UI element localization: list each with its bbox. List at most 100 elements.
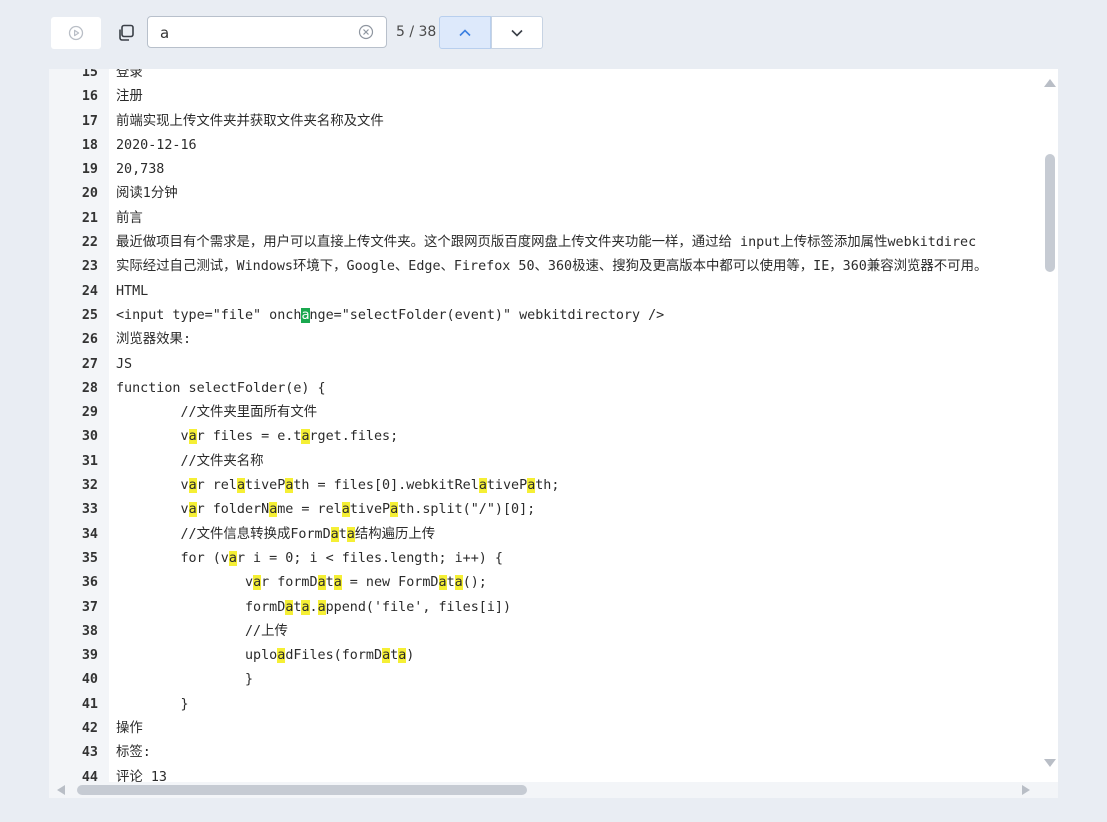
scroll-up-arrow-icon[interactable] — [1044, 79, 1056, 87]
code-text: th.split("/")[0]; — [398, 502, 536, 518]
line-number: 26 — [81, 332, 98, 348]
code-text: 前言 — [116, 210, 143, 226]
line-text: //上传 — [116, 620, 288, 644]
line-text: //文件夹里面所有文件 — [116, 401, 317, 425]
search-input[interactable] — [158, 21, 352, 45]
code-text: 标签: — [116, 745, 151, 761]
horizontal-scrollbar[interactable] — [49, 782, 1058, 798]
search-match: a — [253, 575, 262, 591]
line-number: 17 — [81, 113, 98, 129]
vertical-scrollbar[interactable] — [1040, 69, 1058, 782]
line-text: //文件夹名称 — [116, 450, 264, 474]
code-text: tiveP — [349, 502, 391, 518]
line-text: <input type="file" onchange="selectFolde… — [116, 304, 664, 328]
line-text: uploadFiles(formData) — [116, 644, 414, 668]
previous-match-button[interactable] — [439, 16, 491, 49]
next-match-button[interactable] — [491, 16, 543, 49]
scroll-right-arrow-icon[interactable] — [1022, 785, 1030, 795]
line-text: 前言 — [116, 207, 143, 231]
vertical-scroll-thumb[interactable] — [1045, 154, 1055, 272]
code-text: 阅读1分钟 — [116, 186, 178, 202]
line-number: 39 — [81, 648, 98, 664]
line-text: } — [116, 668, 253, 692]
code-lines: 15 登录 16 注册 17 前端实现上传文件夹并获取文件夹名称及文件 18 2020-12-… — [49, 69, 1039, 790]
line-number: 32 — [81, 478, 98, 494]
horizontal-scroll-thumb[interactable] — [77, 785, 527, 795]
code-text: for (v — [116, 550, 229, 566]
line-number: 25 — [81, 307, 98, 323]
line-text: var formData = new FormData(); — [116, 571, 487, 595]
code-text: ppend('file', files[i]) — [325, 599, 512, 615]
code-text: //文件夹里面所有文件 — [116, 405, 318, 421]
code-line: 18 2020-12-16 — [49, 134, 1039, 158]
scroll-down-arrow-icon[interactable] — [1044, 759, 1056, 767]
line-number: 20 — [81, 186, 98, 202]
code-line: 17 前端实现上传文件夹并获取文件夹名称及文件 — [49, 110, 1039, 134]
code-text: tiveP — [486, 478, 528, 494]
code-editor[interactable]: 15 登录 16 注册 17 前端实现上传文件夹并获取文件夹名称及文件 18 2020-12-… — [49, 69, 1058, 798]
code-line: 27 JS — [49, 353, 1039, 377]
code-text: //文件夹名称 — [116, 453, 264, 469]
code-line: 28 function selectFolder(e) { — [49, 377, 1039, 401]
code-text: (); — [462, 575, 487, 591]
code-text: 20,738 — [116, 162, 165, 178]
code-line: 21 前言 — [49, 207, 1039, 231]
line-text: 浏览器效果: — [116, 328, 191, 352]
search-match: a — [301, 599, 310, 615]
code-text: r i = 0; i < files.length; i++) { — [236, 550, 503, 566]
code-text: . — [309, 599, 318, 615]
search-match: a — [346, 526, 355, 542]
code-text: = new FormD — [341, 575, 439, 591]
code-text: } — [116, 672, 254, 688]
line-number: 36 — [81, 575, 98, 591]
line-text: function selectFolder(e) { — [116, 377, 326, 401]
search-match: a — [188, 429, 197, 445]
search-match: a — [341, 502, 350, 518]
line-text: 登录 — [116, 69, 143, 85]
code-text: 登录 — [116, 69, 143, 80]
line-number: 30 — [81, 429, 98, 445]
code-text: nge="selectFolder(event)" webkitdirector… — [309, 307, 665, 323]
code-line: 22 最近做项目有个需求是，用户可以直接上传文件夹。这个跟网页版百度网盘上传文件夹… — [49, 231, 1039, 255]
search-match: a — [317, 599, 326, 615]
line-number: 34 — [81, 526, 98, 542]
code-text: r folderN — [196, 502, 270, 518]
search-match: a — [236, 478, 245, 494]
line-number: 27 — [81, 356, 98, 372]
search-match: a — [228, 550, 237, 566]
line-text: JS — [116, 353, 132, 377]
chevron-down-icon — [511, 29, 523, 37]
code-line: 39 uploadFiles(formData) — [49, 644, 1039, 668]
code-line: 34 //文件信息转换成FormData结构遍历上传 — [49, 523, 1039, 547]
code-line: 20 阅读1分钟 — [49, 182, 1039, 206]
line-text: 2020-12-16 — [116, 134, 197, 158]
code-text: 操作 — [116, 721, 143, 737]
code-text: HTML — [116, 283, 149, 299]
code-text: v — [116, 429, 189, 445]
code-text: v — [116, 478, 189, 494]
search-field — [147, 16, 387, 48]
code-line: 38 //上传 — [49, 620, 1039, 644]
code-line: 16 注册 — [49, 85, 1039, 109]
line-number: 24 — [81, 283, 98, 299]
search-match: a — [390, 502, 399, 518]
line-number: 21 — [81, 210, 98, 226]
search-match: a — [330, 526, 339, 542]
line-text: 操作 — [116, 717, 143, 741]
line-text: 阅读1分钟 — [116, 182, 178, 206]
code-line: 35 for (var i = 0; i < files.length; i++… — [49, 547, 1039, 571]
line-text: formData.append('file', files[i]) — [116, 596, 511, 620]
line-text: for (var i = 0; i < files.length; i++) { — [116, 547, 503, 571]
line-number: 19 — [81, 162, 98, 178]
code-text: 前端实现上传文件夹并获取文件夹名称及文件 — [116, 113, 384, 129]
code-text: r formD — [261, 575, 318, 591]
scroll-left-arrow-icon[interactable] — [57, 785, 65, 795]
copy-button[interactable] — [112, 20, 140, 46]
line-text: 注册 — [116, 85, 143, 109]
code-text: 最近做项目有个需求是，用户可以直接上传文件夹。这个跟网页版百度网盘上传文件夹功能… — [116, 235, 977, 251]
line-number: 37 — [81, 599, 98, 615]
code-text: r rel — [196, 478, 237, 494]
clear-circle-icon[interactable] — [358, 24, 374, 40]
run-button[interactable] — [51, 17, 101, 49]
code-line: 26 浏览器效果: — [49, 328, 1039, 352]
